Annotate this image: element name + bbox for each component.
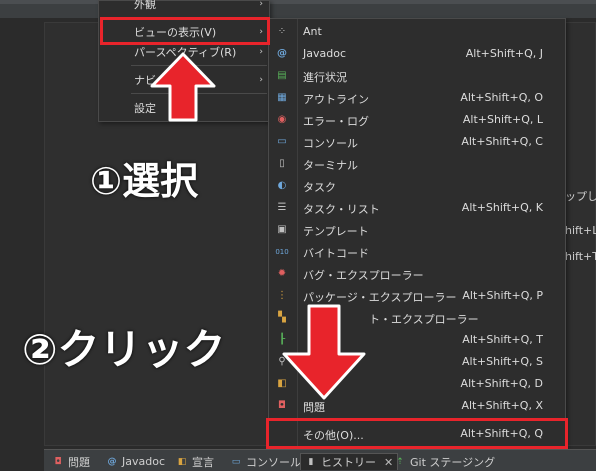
menu-item-label: パッケージ・エクスプローラー: [303, 291, 457, 304]
menu-item-label: エラー・ログ: [303, 115, 369, 128]
tab-console[interactable]: ▭ コンソール: [230, 453, 301, 470]
menu-item-error-log[interactable]: ◉ エラー・ログ Alt+Shift+Q, L: [269, 109, 565, 131]
menu-item-outline[interactable]: ▦ アウトライン Alt+Shift+Q, O: [269, 87, 565, 109]
error-log-icon: ◉: [277, 114, 287, 125]
menu-item-task[interactable]: ◐ タスク: [269, 175, 565, 197]
menu-item-javadoc[interactable]: @ Javadoc Alt+Shift+Q, J: [269, 43, 565, 65]
javadoc-icon: @: [277, 48, 287, 59]
close-icon[interactable]: ✕: [384, 456, 393, 469]
menu-item-shortcut: Alt+Shift+Q, O: [460, 91, 543, 104]
right-edge-text-2: hift+L: [565, 224, 596, 237]
tab-javadoc[interactable]: @ Javadoc: [106, 453, 166, 470]
menu-item-shortcut: Alt+Shift+Q, L: [462, 113, 543, 126]
top-strip: [0, 0, 596, 18]
right-edge-text-3: hift+T: [565, 250, 596, 263]
chevron-right-icon: ›: [259, 0, 263, 9]
menu-item-bytecode[interactable]: 010 バイトコード: [269, 241, 565, 263]
highlight-other: [266, 418, 568, 449]
chevron-right-icon: ›: [259, 75, 263, 85]
tab-label: 宣言: [192, 455, 214, 469]
step-2-label: ②クリック: [22, 325, 226, 374]
tab-label: 問題: [68, 455, 90, 469]
menu-item-label: 進行状況: [303, 71, 347, 84]
console-icon: ▭: [231, 456, 241, 467]
right-edge-text-1: ップして: [565, 190, 596, 203]
template-icon: ▣: [277, 224, 287, 235]
menu-item-shortcut: Alt+Shift+Q, T: [462, 333, 543, 346]
menu-item-ant[interactable]: ⁘ Ant: [269, 21, 565, 43]
menu-item-label: バグ・エクスプローラー: [303, 269, 424, 282]
menu-item-progress[interactable]: ▤ 進行状況: [269, 65, 565, 87]
tab-label: Git ステージング: [410, 455, 496, 469]
step-1-label: ①選択: [90, 159, 199, 203]
menu-item-shortcut: Alt+Shift+Q, P: [462, 289, 543, 302]
menu-item-label: Ant: [303, 25, 322, 38]
menu-item-label: タスク: [303, 181, 336, 194]
menu-item-shortcut: Alt+Shift+Q, X: [461, 399, 543, 412]
menu-item-bug-explorer[interactable]: ✹ バグ・エクスプローラー: [269, 263, 565, 285]
javadoc-icon: @: [107, 456, 117, 467]
chevron-right-icon: ›: [259, 47, 263, 57]
package-explorer-icon: ⋮: [277, 290, 287, 301]
menu-item-shortcut: Alt+Shift+Q, K: [461, 201, 543, 214]
bug-explorer-icon: ✹: [277, 268, 287, 279]
task-list-icon: ☰: [277, 202, 287, 213]
top-bar: [0, 0, 596, 4]
menu-item-label: ト・エクスプローラー: [369, 313, 479, 326]
terminal-icon: ▯: [279, 158, 285, 169]
outline-icon: ▦: [277, 92, 287, 103]
menu-item-label: アウトライン: [303, 93, 369, 106]
ant-icon: ⁘: [277, 26, 287, 37]
arrow-up-icon: [150, 52, 216, 122]
history-icon: ▮: [308, 457, 314, 467]
problems-icon: ◘: [278, 400, 286, 411]
tab-git-staging[interactable]: ⇡ Git ステージング: [394, 453, 495, 470]
bottom-view-tabs: ◘ 問題 @ Javadoc ◧ 宣言 ▭ コンソール ▮ ヒストリー ✕ ⇡ …: [44, 449, 596, 471]
menu-item-task-list[interactable]: ☰ タスク・リスト Alt+Shift+Q, K: [269, 197, 565, 219]
menu-item-shortcut: Alt+Shift+Q, J: [465, 47, 543, 60]
tab-label: コンソール: [246, 455, 301, 469]
menu-item-template[interactable]: ▣ テンプレート: [269, 219, 565, 241]
highlight-show-view: [100, 17, 270, 45]
tab-history[interactable]: ▮ ヒストリー ✕: [300, 453, 399, 470]
menu-item-shortcut: Alt+Shift+Q, C: [461, 135, 543, 148]
menu-item-shortcut: Alt+Shift+Q, S: [462, 355, 543, 368]
tab-declaration[interactable]: ◧ 宣言: [176, 453, 214, 470]
menu-item-label: バイトコード: [303, 247, 369, 260]
menu-item-terminal[interactable]: ▯ ターミナル: [269, 153, 565, 175]
menu-item-label: コンソール: [303, 137, 358, 150]
menu-item-appearance[interactable]: 外観 ›: [99, 0, 269, 15]
menu-item-label: ターミナル: [303, 159, 358, 172]
git-staging-icon: ⇡: [396, 456, 404, 467]
tab-label: ヒストリー: [321, 456, 376, 469]
menu-item-label: Javadoc: [303, 47, 346, 60]
arrow-down-icon: [282, 304, 366, 400]
task-icon: ◐: [277, 180, 287, 191]
console-icon: ▭: [277, 136, 287, 147]
menu-item-label: 問題: [303, 401, 325, 414]
menu-item-label: タスク・リスト: [303, 203, 380, 216]
menu-item-label: テンプレート: [303, 225, 369, 238]
partially-hidden-text: ップして hift+L hift+T: [565, 178, 596, 268]
menu-item-label: 外観: [134, 0, 156, 11]
tab-label: Javadoc: [122, 455, 165, 468]
tab-problems[interactable]: ◘ 問題: [52, 453, 90, 470]
bytecode-icon: 010: [275, 248, 289, 256]
progress-icon: ▤: [277, 70, 287, 81]
menu-item-console[interactable]: ▭ コンソール Alt+Shift+Q, C: [269, 131, 565, 153]
problems-icon: ◘: [54, 456, 62, 467]
declaration-icon: ◧: [177, 456, 187, 467]
menu-item-shortcut: Alt+Shift+Q, D: [460, 377, 543, 390]
